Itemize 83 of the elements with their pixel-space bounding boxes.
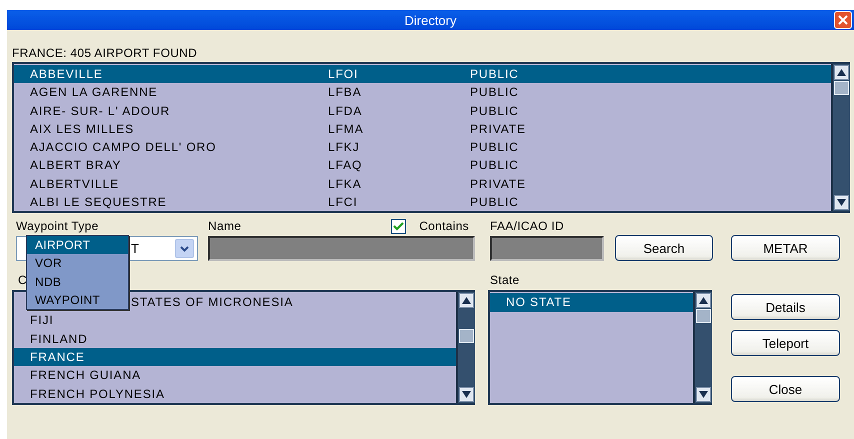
chevron-down-icon — [180, 246, 189, 252]
scroll-thumb[interactable] — [834, 81, 849, 95]
airport-name: ALBI LE SEQUESTRE — [30, 194, 168, 209]
country-row[interactable]: FIJI — [14, 311, 456, 330]
airport-row[interactable]: ALBERTVILLE LFKA PRIVATE — [14, 174, 831, 193]
airport-type: PUBLIC — [470, 85, 519, 100]
scroll-down-icon[interactable] — [699, 391, 708, 398]
scroll-up-icon[interactable] — [462, 297, 471, 304]
scrollbar[interactable] — [693, 292, 712, 403]
airport-row[interactable]: ALBERT BRAY LFAQ PUBLIC — [14, 156, 831, 174]
airport-row[interactable]: AIX LES MILLES LFMA PRIVATE — [14, 120, 831, 138]
airport-name: AIRE- SUR- L' ADOUR — [30, 104, 172, 118]
country-name: FRENCH POLYNESIA — [30, 386, 165, 401]
field-label: FAA/ICAO ID — [490, 219, 564, 235]
scroll-down-icon[interactable] — [462, 391, 471, 398]
scroll-thumb[interactable] — [696, 309, 711, 323]
metar-button[interactable]: METAR — [731, 235, 840, 261]
name-input-field[interactable] — [208, 236, 475, 261]
id-input-field[interactable] — [490, 236, 604, 261]
scroll-down-icon[interactable] — [837, 199, 846, 206]
airport-id: LFMA — [328, 122, 365, 136]
dropdown-option[interactable]: WAYPOINT — [27, 290, 128, 310]
country-row[interactable]: FRENCH GUIANA — [14, 366, 456, 385]
airport-id: LFDA — [328, 104, 364, 118]
airport-id: LFKJ — [328, 140, 361, 154]
country-name: FRENCH GUIANA — [30, 368, 142, 382]
country-row[interactable]: FRENCH POLYNESIA — [14, 384, 456, 403]
action-button[interactable]: Close — [731, 376, 840, 402]
airport-row[interactable]: ALBI LE SEQUESTRE LFCI PUBLIC — [14, 192, 831, 211]
field-label: State — [490, 273, 520, 289]
state-name: NO STATE — [506, 295, 572, 310]
country-row[interactable]: STATES OF MICRONESIA — [131, 293, 456, 312]
airport-id: LFCI — [328, 194, 359, 209]
scrollbar[interactable] — [456, 292, 475, 403]
airport-name: ALBERT BRAY — [30, 158, 122, 172]
field-label: Name — [208, 219, 242, 235]
airport-name: AGEN LA GARENNE — [30, 85, 159, 100]
airport-type: PUBLIC — [470, 67, 519, 82]
country-name: FRANCE — [30, 350, 85, 364]
check-icon — [393, 222, 404, 231]
airport-type: PUBLIC — [470, 158, 519, 172]
close-button[interactable] — [834, 11, 852, 29]
scroll-up-icon[interactable] — [699, 297, 708, 304]
action-button[interactable]: Details — [731, 294, 840, 320]
field-label: Waypoint Type — [16, 219, 99, 235]
airport-name: ABBEVILLE — [30, 67, 104, 82]
scrollbar[interactable] — [831, 64, 850, 211]
country-name: STATES OF MICRONESIA — [131, 295, 294, 310]
airport-type: PRIVATE — [470, 176, 526, 191]
dropdown-option[interactable]: NDB — [27, 272, 128, 291]
country-row[interactable]: FRANCE — [14, 348, 456, 366]
search-button[interactable]: Search — [615, 235, 713, 261]
airport-id: LFAQ — [328, 158, 364, 172]
airport-name: AIX LES MILLES — [30, 122, 135, 136]
airport-id: LFKA — [328, 176, 363, 191]
window-title: Directory — [404, 12, 456, 28]
checkbox-label: Contains — [419, 219, 469, 233]
dropdown-option[interactable]: AIRPORT — [27, 236, 128, 254]
country-row[interactable]: FINLAND — [14, 330, 456, 348]
dropdown-button[interactable] — [175, 239, 194, 258]
close-icon — [838, 15, 848, 25]
airport-type: PRIVATE — [470, 122, 526, 136]
airport-type: PUBLIC — [470, 104, 519, 118]
action-button[interactable]: Teleport — [731, 330, 840, 356]
airport-row[interactable]: AGEN LA GARENNE LFBA PUBLIC — [14, 83, 831, 102]
state-row[interactable]: NO STATE — [490, 293, 693, 312]
contains-checkbox[interactable] — [391, 219, 406, 234]
scroll-up-icon[interactable] — [837, 69, 846, 76]
country-name: FINLAND — [30, 332, 88, 346]
field-label: C — [18, 273, 27, 289]
airport-type: PUBLIC — [470, 140, 519, 154]
scroll-thumb[interactable] — [459, 329, 474, 343]
airport-name: ALBERTVILLE — [30, 176, 120, 191]
dropdown-option[interactable]: VOR — [27, 254, 128, 273]
airport-row[interactable]: AIRE- SUR- L' ADOUR LFDA PUBLIC — [14, 102, 831, 120]
airport-row[interactable]: AJACCIO CAMPO DELL' ORO LFKJ PUBLIC — [14, 138, 831, 156]
country-name: FIJI — [30, 313, 54, 328]
airport-id: LFOI — [328, 67, 360, 82]
result-count-label: FRANCE: 405 AIRPORT FOUND — [12, 46, 198, 62]
airport-name: AJACCIO CAMPO DELL' ORO — [30, 140, 218, 154]
airport-row[interactable]: ABBEVILLE LFOI PUBLIC — [14, 65, 831, 84]
airport-type: PUBLIC — [470, 194, 519, 209]
airport-id: LFBA — [328, 85, 363, 100]
